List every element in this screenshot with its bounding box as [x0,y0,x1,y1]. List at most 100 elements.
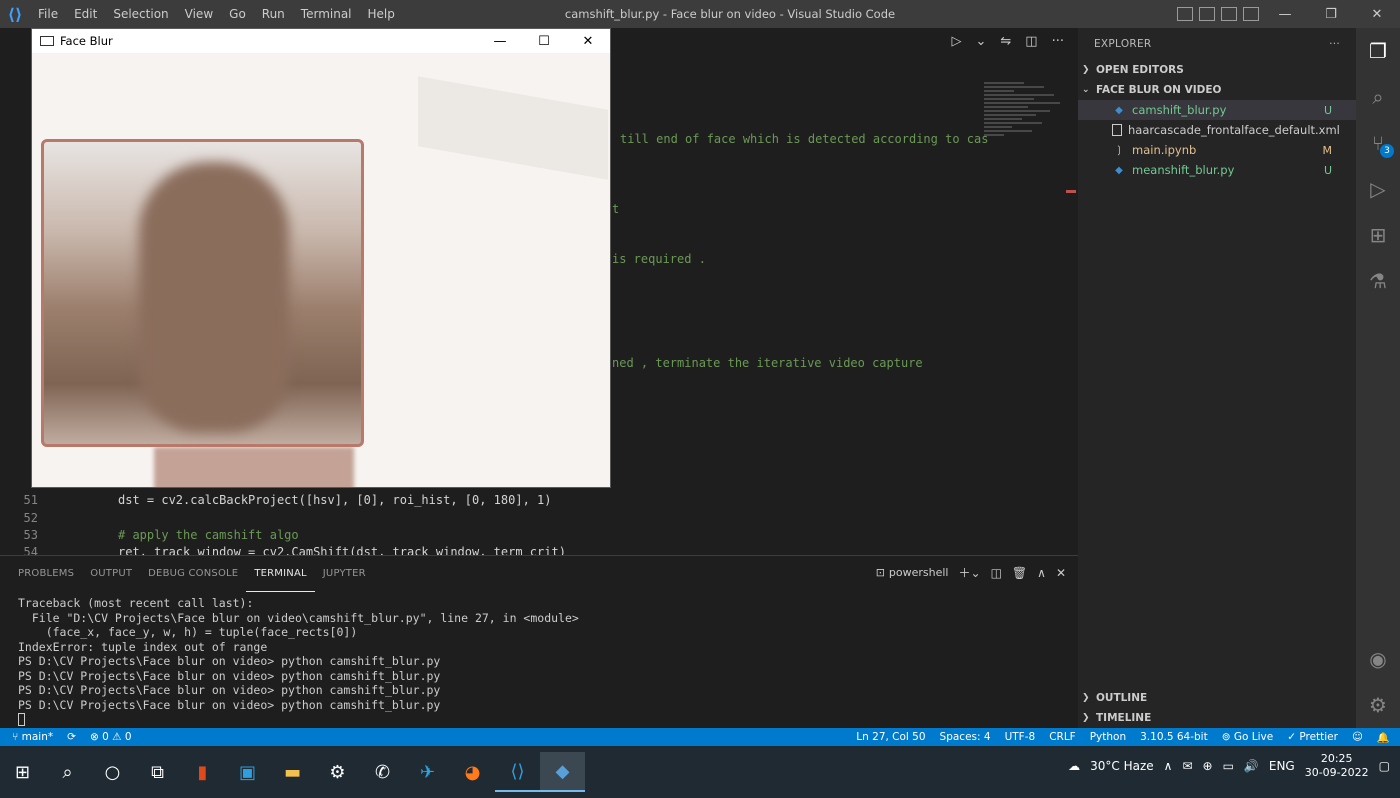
menu-file[interactable]: File [30,0,66,28]
go-live-button[interactable]: ⊚ Go Live [1222,731,1273,744]
folder-section[interactable]: ⌄ FACE BLUR ON VIDEO [1078,80,1356,100]
menu-run[interactable]: Run [254,0,293,28]
gmail-icon[interactable]: ✉ [1182,759,1192,773]
face-blur-minimize-button[interactable]: — [478,29,522,53]
open-editors-section[interactable]: ❯ OPEN EDITORS [1078,60,1356,80]
telegram-icon[interactable]: ✈ [405,752,450,792]
menu-edit[interactable]: Edit [66,0,105,28]
maximize-panel-icon[interactable]: ∧ [1037,566,1046,580]
restore-button[interactable]: ❐ [1308,0,1354,28]
search-icon[interactable]: ⌕ [45,752,90,792]
terminal-output[interactable]: Traceback (most recent call last): File … [0,592,1078,727]
minimap[interactable] [984,80,1064,200]
face-blur-titlebar[interactable]: Face Blur — ☐ ✕ [32,29,610,53]
menu-view[interactable]: View [177,0,221,28]
split-terminal-icon[interactable]: ◫ [991,566,1002,580]
menu-terminal[interactable]: Terminal [293,0,360,28]
task-view-icon[interactable]: ⧉ [135,752,180,792]
windows-start-icon[interactable]: ⊞ [0,752,45,792]
notification-center-icon[interactable]: ▢ [1379,759,1390,773]
volume-icon[interactable]: 🔊 [1244,759,1259,773]
code-line[interactable]: 53 # apply the camshift algo [0,528,299,546]
weather-text[interactable]: 30°C Haze [1090,759,1154,773]
xml-icon [1112,124,1122,136]
remote-desktop-icon[interactable]: ▣ [225,752,270,792]
terminal-selector[interactable]: ⊡ powershell [876,566,949,579]
tab-debug-console[interactable]: DEBUG CONSOLE [140,556,246,592]
line-ending[interactable]: CRLF [1049,731,1076,744]
branch-indicator[interactable]: ⑂ main* [12,731,53,743]
weather-icon[interactable]: ☁ [1068,759,1080,773]
more-actions-icon[interactable]: ··· [1052,34,1064,49]
tab-jupyter[interactable]: JUPYTER [315,556,374,592]
toggle-sidebar-icon[interactable] [1177,7,1193,21]
prettier-status[interactable]: ✓ Prettier [1287,731,1338,744]
code-line[interactable]: 54 ret, track_window = cv2.CamShift(dst, … [0,545,566,555]
problems-indicator[interactable]: ⊗ 0 ⚠ 0 [90,731,132,743]
split-editor-icon[interactable]: ◫ [1025,34,1037,49]
toggle-secondary-sidebar-icon[interactable] [1221,7,1237,21]
encoding[interactable]: UTF-8 [1005,731,1036,744]
cursor-position[interactable]: Ln 27, Col 50 [856,731,925,744]
more-icon[interactable]: ··· [1329,38,1340,50]
kill-terminal-icon[interactable]: 🗑 [1012,566,1027,580]
editor-toolbar: ▷ ⌄ ⇋ ◫ ··· [951,34,1078,49]
minimize-button[interactable]: — [1262,0,1308,28]
system-tray: ☁ 30°C Haze ∧ ✉ ⊕ ▭ 🔊 ENG 20:25 30-09-20… [1068,746,1390,786]
close-panel-icon[interactable]: ✕ [1056,566,1066,580]
face-blur-window[interactable]: Face Blur — ☐ ✕ [31,28,611,488]
vscode-taskbar-icon[interactable]: ⟨⟩ [495,752,540,792]
timeline-section[interactable]: ❯ TIMELINE [1078,708,1356,728]
file-explorer-icon[interactable]: ▬ [270,752,315,792]
firefox-icon[interactable]: ◕ [450,752,495,792]
sync-icon[interactable]: ⟳ [67,731,76,743]
battery-icon[interactable]: ▭ [1223,759,1234,773]
tab-problems[interactable]: PROBLEMS [10,556,82,592]
title-bar: ⟨⟩ File Edit Selection View Go Run Termi… [0,0,1400,28]
whatsapp-icon[interactable]: ✆ [360,752,405,792]
outline-section[interactable]: ❯ OUTLINE [1078,688,1356,708]
notifications-bell-icon[interactable]: 🔔 [1377,731,1390,744]
python-interpreter[interactable]: 3.10.5 64-bit [1140,731,1208,744]
account-icon[interactable]: ◉ [1356,636,1400,682]
testing-flask-icon[interactable]: ⚗ [1356,258,1400,304]
python-taskbar-icon[interactable]: ◆ [540,752,585,792]
menu-help[interactable]: Help [360,0,403,28]
run-debug-icon[interactable]: ▷ [1356,166,1400,212]
cortana-icon[interactable]: ○ [90,752,135,792]
office-icon[interactable]: ▮ [180,752,225,792]
extensions-icon[interactable]: ⊞ [1356,212,1400,258]
settings-gear-icon[interactable]: ⚙ [1356,682,1400,728]
code-line[interactable]: 52 [0,511,118,529]
menu-go[interactable]: Go [221,0,254,28]
language-indicator[interactable]: ENG [1269,759,1295,773]
explorer-files-icon[interactable]: ❐ [1356,28,1400,74]
face-blur-maximize-button[interactable]: ☐ [522,29,566,53]
language-mode[interactable]: Python [1090,731,1126,744]
feedback-icon[interactable]: ☺ [1352,731,1363,744]
file-item-camshift[interactable]: ◆ camshift_blur.py U [1078,100,1356,120]
search-icon[interactable]: ⌕ [1356,74,1400,120]
tab-terminal[interactable]: TERMINAL [246,556,315,592]
close-button[interactable]: ✕ [1354,0,1400,28]
face-blur-close-button[interactable]: ✕ [566,29,610,53]
tab-output[interactable]: OUTPUT [82,556,140,592]
chevron-down-icon[interactable]: ⌄ [975,34,986,49]
compare-icon[interactable]: ⇋ [1000,34,1011,49]
network-icon[interactable]: ⊕ [1203,759,1213,773]
toggle-panel-icon[interactable] [1199,7,1215,21]
file-item-meanshift[interactable]: ◆ meanshift_blur.py U [1078,160,1356,180]
new-terminal-icon[interactable]: ＋⌄ [959,564,981,581]
code-line[interactable]: 51 dst = cv2.calcBackProject([hsv], [0], … [0,493,552,511]
source-control-icon[interactable]: ⑂ 3 [1356,120,1400,166]
menu-selection[interactable]: Selection [105,0,176,28]
file-item-haarcascade[interactable]: haarcascade_frontalface_default.xml [1078,120,1356,140]
file-item-main-ipynb[interactable]: ❳ main.ipynb M [1078,140,1356,160]
terminal-line: PS D:\CV Projects\Face blur on video> py… [18,668,441,683]
clock[interactable]: 20:25 30-09-2022 [1305,752,1369,780]
indentation[interactable]: Spaces: 4 [940,731,991,744]
run-icon[interactable]: ▷ [951,34,961,49]
chevron-up-icon[interactable]: ∧ [1164,759,1173,773]
customize-layout-icon[interactable] [1243,7,1259,21]
settings-app-icon[interactable]: ⚙ [315,752,360,792]
